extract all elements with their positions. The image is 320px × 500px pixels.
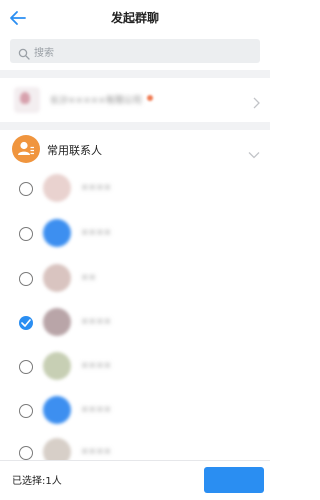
avatar (43, 352, 71, 380)
bottom-bar: 已选择:1人 (0, 460, 270, 500)
company-logo (14, 87, 40, 113)
frequent-contacts-group[interactable]: 常用联系人 (0, 130, 270, 168)
top-bar: 发起群聊 (0, 0, 270, 36)
avatar (43, 174, 71, 202)
contact-name: ×××× (81, 228, 112, 238)
avatar (43, 264, 71, 292)
avatar (43, 219, 71, 247)
chevron-right-icon (252, 94, 260, 109)
select-radio[interactable] (19, 182, 33, 196)
select-radio-checked[interactable] (19, 316, 33, 330)
confirm-button[interactable] (204, 467, 264, 493)
chevron-down-icon[interactable] (248, 144, 260, 159)
select-radio[interactable] (19, 272, 33, 286)
selected-count: 已选择:1人 (12, 476, 62, 487)
select-radio[interactable] (19, 446, 33, 460)
contact-name: ×× (81, 273, 97, 283)
contact-row[interactable]: ×× (0, 258, 270, 300)
divider (0, 70, 270, 78)
contact-row[interactable]: ×××× (0, 302, 270, 344)
page-title: 发起群聊 (110, 11, 159, 25)
select-radio[interactable] (19, 404, 33, 418)
search-icon (18, 45, 30, 60)
contacts-group-icon (12, 135, 40, 163)
contact-row[interactable]: ×××× (0, 213, 270, 255)
contact-row[interactable]: ×××× (0, 390, 270, 432)
contact-name: ×××× (81, 405, 112, 415)
divider (0, 122, 270, 130)
search-input[interactable]: 搜索 (10, 39, 260, 63)
search-bar: 搜索 (0, 36, 270, 70)
contact-name: ×××× (81, 183, 112, 193)
contact-name: ×××× (81, 447, 112, 457)
contact-name: ×××× (81, 317, 112, 327)
contact-row[interactable]: ×××× (0, 346, 270, 388)
avatar (43, 308, 71, 336)
search-placeholder: 搜索 (34, 48, 54, 59)
contact-row[interactable]: ×××× (0, 168, 270, 210)
select-radio[interactable] (19, 360, 33, 374)
company-badge (147, 95, 153, 101)
company-row[interactable]: 长沙×××××有限公司 (0, 78, 270, 122)
contact-name: ×××× (81, 361, 112, 371)
group-label: 常用联系人 (47, 144, 102, 157)
checkmark-icon (21, 319, 31, 327)
avatar (43, 396, 71, 424)
company-name: 长沙×××××有限公司 (50, 96, 142, 106)
select-radio[interactable] (19, 227, 33, 241)
